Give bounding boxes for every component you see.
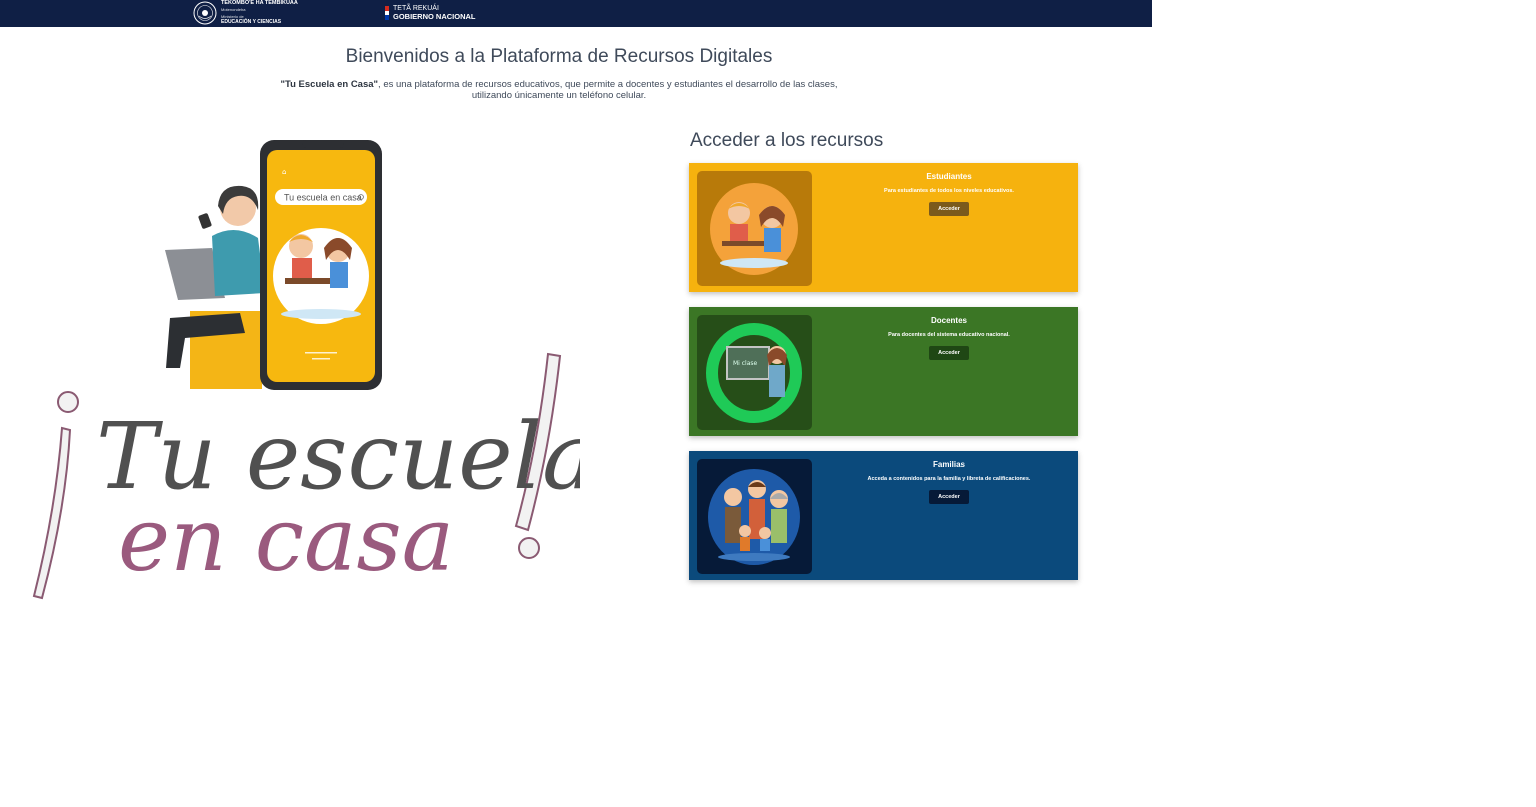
docentes-acceder-button[interactable]: Acceder [929,346,969,360]
phone-home-icon: ⌂ [282,168,286,176]
ministry-line2: Motenondeha [221,6,246,12]
card-familias: Familias Acceda a contenidos para la fam… [689,451,1078,580]
ministry-seal-icon [193,1,217,25]
docentes-info: Docentes Para docentes del sistema educa… [829,316,1069,360]
estudiantes-title: Estudiantes [926,172,972,181]
hand-phone-icon [198,213,212,229]
familias-image [697,459,812,574]
estudiantes-image [697,171,812,286]
kids-ground-shape [281,309,361,319]
familias-acceder-button[interactable]: Acceder [929,490,969,504]
estudiantes-info: Estudiantes Para estudiantes de todos lo… [829,172,1069,216]
government-name: TETÃ REKUÁI GOBIERNO NACIONAL [393,5,476,21]
svg-text:Mi clase: Mi clase [733,360,758,367]
intro-text: "Tu Escuela en Casa", es una plataforma … [230,79,888,101]
intro-rest: , es una plataforma de recursos educativ… [378,79,838,90]
header-bar: TEKOMBO'E HA TEMBIKUAA Motenondeha Minis… [0,0,1152,27]
ministry-name: TEKOMBO'E HA TEMBIKUAA Motenondeha Minis… [221,0,298,25]
docentes-title: Docentes [930,316,967,325]
ministry-line3: Ministerio de [221,13,244,19]
intro-bold: "Tu Escuela en Casa" [280,79,379,90]
logo-text-en-casa: en casa [118,488,454,591]
gov-line1: TETÃ REKUÁI [393,5,439,12]
intro-line2: utilizando únicamente un teléfono celula… [471,90,647,101]
estudiantes-acceder-button[interactable]: Acceder [929,202,969,216]
phone-search-text: Tu escuela en casa [284,193,362,203]
desk-shape [285,278,333,284]
hero-illustration: ⌂ Tu escuela en casa Tu escuela en casa [32,140,580,600]
estudiantes-description: Para estudiantes de todos los niveles ed… [884,188,1014,194]
card-estudiantes: Estudiantes Para estudiantes de todos lo… [689,163,1078,292]
familias-info: Familias Acceda a contenidos para la fam… [829,460,1069,504]
ministry-line1: TEKOMBO'E HA TEMBIKUAA [221,0,298,6]
ministry-line4: EDUCACIÓN Y CIENCIAS [221,18,282,25]
logo-inverted-exclamation [32,426,72,600]
docentes-description: Para docentes del sistema educativo naci… [888,332,1010,338]
phone-notch-shape [302,140,344,148]
familias-description: Acceda a contenidos para la familia y li… [867,476,1031,482]
boy-shirt-shape [292,258,312,278]
familias-title: Familias [932,460,965,469]
docentes-image: Mi clase [697,315,812,430]
paraguay-flag-icon [385,6,389,20]
access-title: Acceder a los recursos [690,130,884,151]
card-docentes: Mi clase Docentes Para docentes del sist… [689,307,1078,436]
page-title: Bienvenidos a la Plataforma de Recursos … [345,46,773,67]
phone-bar2-shape [312,358,330,360]
logo-dot-top [57,391,79,413]
woman-torso-shape [212,229,265,296]
girl-dress-shape [330,262,348,288]
phone-bar-shape [305,352,337,354]
gov-line2: GOBIERNO NACIONAL [393,12,476,21]
logo-dot-bottom [518,537,540,559]
